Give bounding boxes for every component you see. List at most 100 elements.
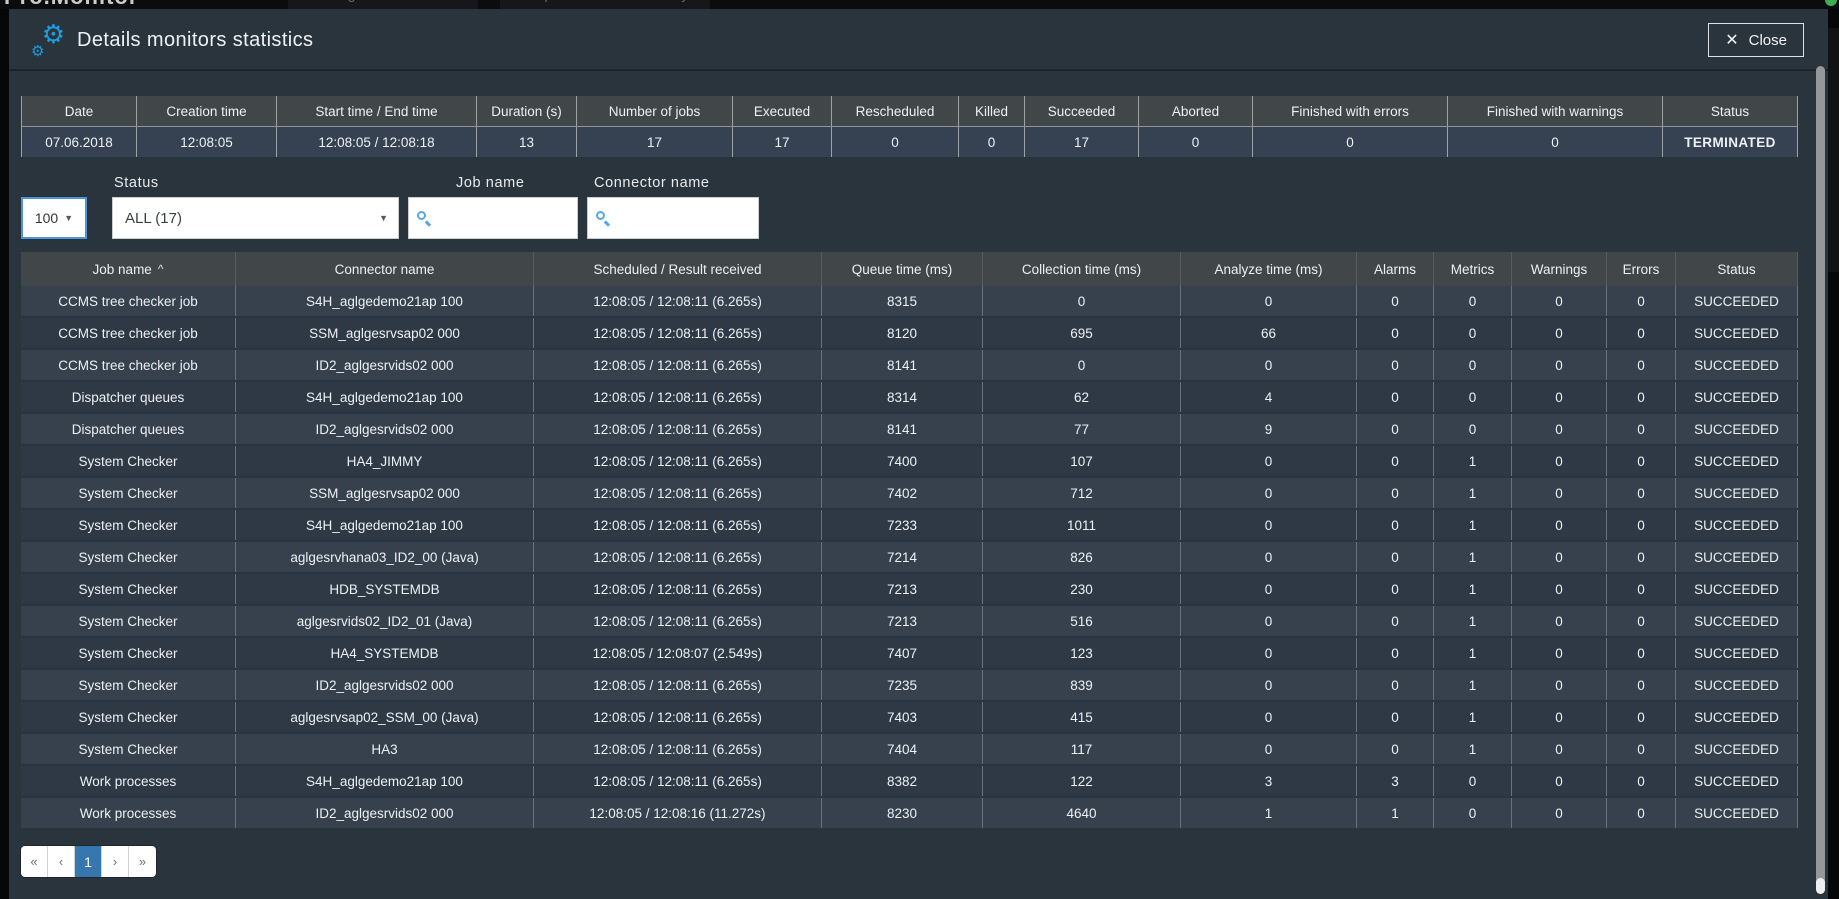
page-1-button[interactable]: 1 xyxy=(75,846,102,877)
table-cell: 9 xyxy=(1181,414,1357,444)
table-row: System CheckerID2_aglgesrvids02 00012:08… xyxy=(21,670,1798,702)
table-cell: SUCCEEDED xyxy=(1676,670,1798,700)
table-cell: 0 xyxy=(1357,638,1434,668)
table-cell: System Checker xyxy=(21,574,236,604)
table-cell: 0 xyxy=(1607,318,1676,348)
table-cell: System Checker xyxy=(21,702,236,732)
table-cell: 7407 xyxy=(822,638,983,668)
previous-page-button[interactable]: ‹ xyxy=(48,846,75,877)
jobs-column-header[interactable]: Analyze time (ms) xyxy=(1181,252,1357,286)
table-cell: 1 xyxy=(1434,574,1512,604)
table-cell: Dispatcher queues xyxy=(21,414,236,444)
close-button[interactable]: ✕ Close xyxy=(1708,23,1804,57)
summary-header-row: DateCreation timeStart time / End timeDu… xyxy=(21,96,1798,127)
table-cell: 0 xyxy=(1181,542,1357,572)
jobs-column-header[interactable]: Job name^ xyxy=(21,252,236,286)
table-cell: System Checker xyxy=(21,734,236,764)
nav-item-systems-view[interactable]: Systems view xyxy=(672,0,758,2)
table-cell: 1 xyxy=(1434,606,1512,636)
table-cell: 0 xyxy=(1607,446,1676,476)
jobs-column-header[interactable]: Queue time (ms) xyxy=(822,252,983,286)
job-name-search-input[interactable] xyxy=(437,203,577,233)
first-page-button[interactable]: « xyxy=(21,846,48,877)
table-cell: aglgesrvsap02_SSM_00 (Java) xyxy=(236,702,534,732)
table-cell: 0 xyxy=(1607,734,1676,764)
table-cell: 0 xyxy=(1607,286,1676,316)
table-cell: 0 xyxy=(1357,574,1434,604)
table-cell: 0 xyxy=(1607,382,1676,412)
table-cell: 7404 xyxy=(822,734,983,764)
table-cell: 0 xyxy=(1512,446,1607,476)
table-cell: 0 xyxy=(1512,510,1607,540)
filter-bar: Status Job name Connector name 100 ▼ ALL… xyxy=(21,167,1798,249)
table-cell: 7213 xyxy=(822,606,983,636)
connector-name-filter-label: Connector name xyxy=(594,175,710,191)
table-row: Work processesID2_aglgesrvids02 00012:08… xyxy=(21,798,1798,830)
table-row: System CheckerHDB_SYSTEMDB12:08:05 / 12:… xyxy=(21,574,1798,606)
table-cell: 7235 xyxy=(822,670,983,700)
nav-item-configure[interactable]: Configure xyxy=(315,0,376,2)
table-cell: SUCCEEDED xyxy=(1676,638,1798,668)
table-cell: 0 xyxy=(1512,574,1607,604)
table-cell: 0 xyxy=(1512,286,1607,316)
table-cell: 0 xyxy=(1181,734,1357,764)
table-row: Dispatcher queuesID2_aglgesrvids02 00012… xyxy=(21,414,1798,446)
table-cell: 0 xyxy=(1181,638,1357,668)
jobs-column-header[interactable]: Scheduled / Result received xyxy=(534,252,822,286)
table-cell: 1 xyxy=(1434,478,1512,508)
table-cell: 0 xyxy=(1607,766,1676,796)
table-cell: 0 xyxy=(1434,766,1512,796)
connector-name-search-input[interactable] xyxy=(616,203,758,233)
table-cell: 0 xyxy=(1512,606,1607,636)
table-cell: SUCCEEDED xyxy=(1676,510,1798,540)
table-cell: 0 xyxy=(1357,702,1434,732)
table-cell: 0 xyxy=(1357,350,1434,380)
jobs-column-header[interactable]: Status xyxy=(1676,252,1798,286)
jobs-column-header[interactable]: Connector name xyxy=(236,252,534,286)
table-cell: 0 xyxy=(1512,734,1607,764)
table-cell: Work processes xyxy=(21,798,236,828)
jobs-table: Job name^Connector nameScheduled / Resul… xyxy=(21,252,1798,830)
close-icon: ✕ xyxy=(1725,30,1738,50)
jobs-column-header[interactable]: Collection time (ms) xyxy=(983,252,1181,286)
page-size-value: 100 xyxy=(35,210,58,226)
table-cell: 0 xyxy=(1357,382,1434,412)
jobs-column-header[interactable]: Metrics xyxy=(1434,252,1512,286)
table-row: System CheckerSSM_aglgesrvsap02 00012:08… xyxy=(21,478,1798,510)
vertical-scrollbar[interactable] xyxy=(1816,66,1825,894)
status-filter-select[interactable]: ALL (17) ▼ xyxy=(112,197,399,239)
table-cell: 12:08:05 / 12:08:11 (6.265s) xyxy=(534,286,822,316)
table-cell: 0 xyxy=(1181,510,1357,540)
table-cell: 0 xyxy=(1607,350,1676,380)
summary-header-cell: Succeeded xyxy=(1025,96,1139,127)
jobs-column-header[interactable]: Alarms xyxy=(1357,252,1434,286)
table-cell: 12:08:05 / 12:08:11 (6.265s) xyxy=(534,702,822,732)
table-cell: SSM_aglgesrvsap02 000 xyxy=(236,318,534,348)
status-filter-value: ALL (17) xyxy=(125,210,182,227)
table-cell: SUCCEEDED xyxy=(1676,734,1798,764)
table-cell: 1 xyxy=(1434,542,1512,572)
summary-header-cell: Date xyxy=(21,96,137,127)
summary-header-cell: Number of jobs xyxy=(577,96,733,127)
table-cell: ID2_aglgesrvids02 000 xyxy=(236,350,534,380)
table-cell: 0 xyxy=(1607,670,1676,700)
table-cell: 4640 xyxy=(983,798,1181,828)
table-cell: 0 xyxy=(983,286,1181,316)
table-cell: 12:08:05 / 12:08:11 (6.265s) xyxy=(534,318,822,348)
nav-item-companies-view[interactable]: Companies view xyxy=(515,0,618,2)
summary-header-cell: Creation time xyxy=(137,96,277,127)
next-page-button[interactable]: › xyxy=(102,846,129,877)
summary-header-cell: Rescheduled xyxy=(832,96,959,127)
table-cell: S4H_aglgedemo21ap 100 xyxy=(236,286,534,316)
brand-logo: Pro.Monitor xyxy=(4,0,138,9)
last-page-button[interactable]: » xyxy=(129,846,156,877)
jobs-column-header[interactable]: Warnings xyxy=(1512,252,1607,286)
table-cell: 0 xyxy=(1607,798,1676,828)
chevron-down-icon: ▼ xyxy=(64,213,73,223)
page-size-select[interactable]: 100 ▼ xyxy=(21,197,87,239)
table-cell: 0 xyxy=(1607,574,1676,604)
jobs-column-header[interactable]: Errors xyxy=(1607,252,1676,286)
nav-user-admin[interactable]: admin xyxy=(1560,0,1601,2)
top-navbar: Pro.Monitor Configure Companies view Sys… xyxy=(0,0,1839,9)
table-cell: 12:08:05 / 12:08:11 (6.265s) xyxy=(534,766,822,796)
